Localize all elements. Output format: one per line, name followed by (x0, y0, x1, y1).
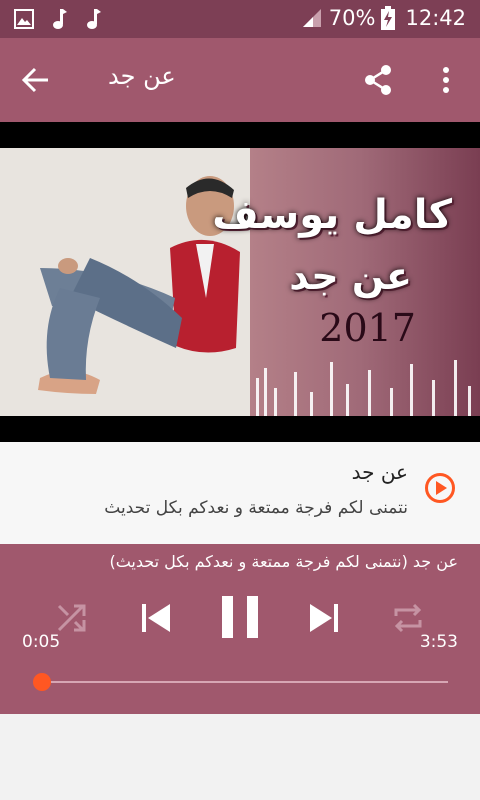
share-button[interactable] (358, 60, 398, 100)
cover-art: كامل يوسف عن جد 2017 (0, 148, 480, 416)
audio-wave-graphic (250, 358, 480, 416)
repeat-icon (394, 603, 422, 633)
now-playing-text: عن جد (نتمنى لكم فرجة ممتعة و نعدكم بكل … (109, 552, 458, 571)
track-description: نتمنى لكم فرجة ممتعة و نعدكم بكل تحديث (104, 498, 408, 518)
more-options-button[interactable] (426, 60, 466, 100)
app-bar: عن جد (0, 38, 480, 122)
page-title: عن جد (108, 62, 176, 90)
skip-previous-icon (142, 604, 170, 632)
notification-icons (14, 8, 102, 30)
track-title: عن جد (351, 460, 408, 484)
pause-icon (222, 596, 258, 638)
cover-banner: كامل يوسف عن جد 2017 (0, 122, 480, 442)
seek-thumb[interactable] (33, 673, 52, 691)
pause-button[interactable] (220, 594, 260, 640)
arrow-back-icon (21, 67, 48, 93)
previous-button[interactable] (138, 598, 174, 638)
player-panel: عن جد (نتمنى لكم فرجة ممتعة و نعدكم بكل … (0, 544, 480, 714)
repeat-button[interactable] (390, 600, 426, 636)
play-circle-icon (425, 473, 455, 503)
next-button[interactable] (306, 598, 342, 638)
battery-percent: 70% (328, 6, 376, 30)
seek-bar[interactable] (34, 681, 448, 683)
signal-icon (302, 9, 321, 27)
more-vert-icon (443, 67, 449, 93)
current-time: 0:05 (22, 632, 61, 652)
banner-artist-text: كامل يوسف (212, 192, 452, 238)
share-icon (365, 65, 391, 95)
music-note-icon (53, 9, 67, 29)
back-button[interactable] (16, 60, 56, 100)
shuffle-button[interactable] (54, 600, 90, 636)
clock: 12:42 (405, 6, 466, 30)
track-info-row[interactable]: عن جد نتمنى لكم فرجة ممتعة و نعدكم بكل ت… (0, 442, 480, 544)
shuffle-icon (57, 604, 86, 632)
skip-next-icon (310, 604, 338, 632)
status-bar: 70% 12:42 (0, 0, 480, 38)
battery-charging-icon (381, 6, 396, 30)
music-note-icon (87, 9, 101, 29)
banner-year-text: 2017 (319, 306, 416, 350)
image-icon (14, 9, 34, 29)
banner-song-text: عن جد (289, 254, 412, 298)
empty-area (0, 714, 480, 800)
track-play-button[interactable] (424, 472, 456, 504)
total-time: 3:53 (419, 632, 458, 652)
singer-photo (0, 148, 250, 416)
